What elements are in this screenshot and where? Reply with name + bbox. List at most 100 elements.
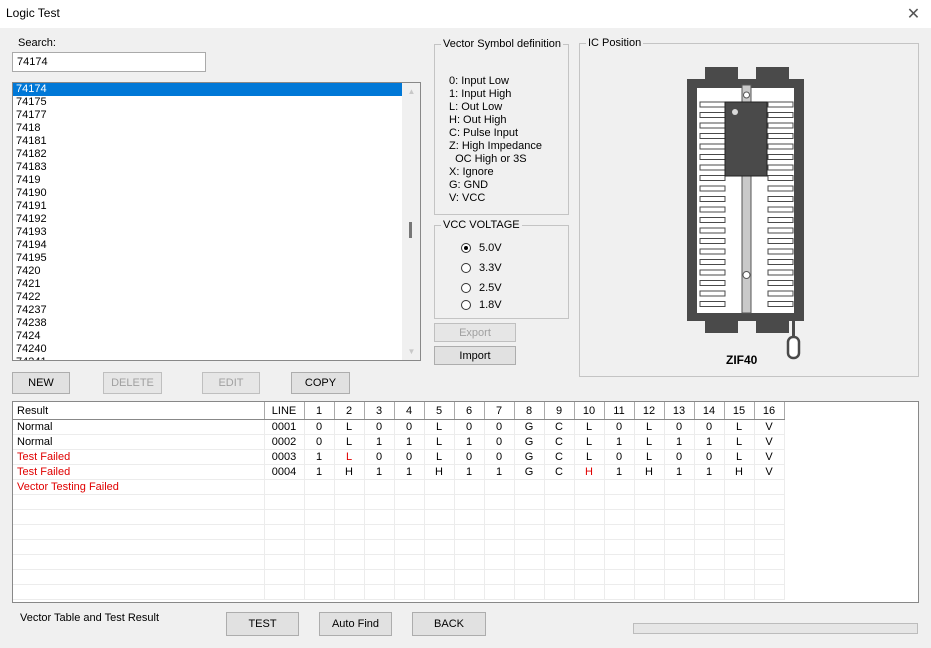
search-input[interactable]	[12, 52, 206, 72]
table-row[interactable]: Test Failed 0004 1 H 1 1 H 1 1 G C H 1 H 1 1 H V	[13, 464, 785, 480]
back-button[interactable]: BACK	[412, 612, 486, 636]
socket-pin-slot	[767, 101, 794, 108]
scroll-down-icon[interactable]: ▼	[403, 343, 420, 360]
auto-find-button[interactable]: Auto Find	[319, 612, 392, 636]
line-cell	[264, 554, 305, 570]
column-header[interactable]: 11	[604, 402, 635, 420]
ic-list-item[interactable]: 74190	[13, 187, 404, 200]
table-row[interactable]	[13, 524, 785, 540]
column-header[interactable]: 13	[664, 402, 695, 420]
column-header[interactable]: 5	[424, 402, 455, 420]
socket-pin-slot	[767, 154, 794, 160]
column-header[interactable]: 16	[754, 402, 785, 420]
pin-cell	[694, 569, 725, 585]
close-button[interactable]: ✕	[896, 0, 931, 28]
column-header[interactable]: 7	[484, 402, 515, 420]
pin-cell: 0	[454, 449, 485, 465]
ic-list-item[interactable]: 74191	[13, 200, 404, 213]
ic-list-item[interactable]: 74194	[13, 239, 404, 252]
ic-list-items: 74174 74175 74177 7418 74181 74182 74183 7419 74…	[13, 83, 420, 360]
table-row[interactable]: Vector Testing Failed	[13, 479, 785, 495]
column-header[interactable]: LINE	[264, 402, 305, 420]
delete-button[interactable]: DELETE	[103, 372, 162, 394]
vcc-option[interactable]: 2.5V	[461, 282, 502, 294]
vcc-option[interactable]: 1.8V	[461, 299, 502, 311]
scroll-thumb[interactable]	[409, 222, 412, 238]
new-button[interactable]: NEW	[12, 372, 70, 394]
ic-list-item[interactable]: 7422	[13, 291, 404, 304]
column-header[interactable]: 2	[334, 402, 365, 420]
vcc-option[interactable]: 3.3V	[461, 262, 502, 274]
ic-list-scrollbar[interactable]: ▲ ▼	[402, 83, 420, 360]
table-row[interactable]	[13, 494, 785, 510]
vcc-option[interactable]: 5.0V	[461, 242, 502, 254]
ic-list-item[interactable]: 7418	[13, 122, 404, 135]
column-header[interactable]: 15	[724, 402, 755, 420]
scroll-up-icon[interactable]: ▲	[403, 83, 420, 100]
vector-table[interactable]: Result LINE 1 2 3 4 5 6 7 8 9 10 11 12 13 14 15 16 Normal…	[12, 401, 919, 603]
ic-list-item[interactable]: 74238	[13, 317, 404, 330]
table-row[interactable]	[13, 539, 785, 555]
pin-cell: H	[424, 464, 455, 480]
ic-list-item[interactable]: 7419	[13, 174, 404, 187]
pin-cell	[634, 554, 665, 570]
pin-cell: 1	[454, 464, 485, 480]
socket-pin-slot	[767, 290, 794, 297]
table-row[interactable]	[13, 554, 785, 570]
column-header[interactable]: 8	[514, 402, 545, 420]
ic-list-item[interactable]: 74192	[13, 213, 404, 226]
pin-cell	[634, 524, 665, 540]
column-header[interactable]: 12	[634, 402, 665, 420]
socket-pin-slot	[767, 280, 794, 286]
import-button[interactable]: Import	[434, 346, 516, 365]
table-row[interactable]: Normal 0002 0 L 1 1 L 1 0 G C L 1 L 1 1 L V	[13, 434, 785, 450]
ic-list-item[interactable]: 74174	[13, 83, 404, 96]
socket-pin-slot	[767, 143, 794, 150]
export-button[interactable]: Export	[434, 323, 516, 342]
pin-cell	[334, 539, 365, 555]
ic-list-item[interactable]: 74183	[13, 161, 404, 174]
socket-pin-slot	[699, 301, 726, 307]
pin-cell: L	[724, 449, 755, 465]
column-header[interactable]: 14	[694, 402, 725, 420]
ic-list-item[interactable]: 74181	[13, 135, 404, 148]
ic-list[interactable]: 74174 74175 74177 7418 74181 74182 74183 7419 74…	[12, 82, 421, 361]
table-row[interactable]: Normal 0001 0 L 0 0 L 0 0 G C L 0 L 0 0 L V	[13, 419, 785, 435]
pin-cell	[484, 479, 515, 495]
edit-button[interactable]: EDIT	[202, 372, 260, 394]
ic-list-item[interactable]: 74193	[13, 226, 404, 239]
ic-list-item[interactable]: 7421	[13, 278, 404, 291]
pin-cell	[424, 479, 455, 495]
ic-list-item[interactable]: 74240	[13, 343, 404, 356]
radio-icon[interactable]	[461, 283, 471, 293]
table-row[interactable]	[13, 509, 785, 525]
ic-list-item[interactable]: 7420	[13, 265, 404, 278]
copy-button[interactable]: COPY	[291, 372, 350, 394]
table-row[interactable]: Test Failed 0003 1 L 0 0 L 0 0 G C L 0 L 0 0 L V	[13, 449, 785, 465]
ic-list-item[interactable]: 7424	[13, 330, 404, 343]
vector-definition-line: OC High or 3S	[449, 153, 527, 165]
pin-cell	[574, 524, 605, 540]
ic-list-item[interactable]: 74177	[13, 109, 404, 122]
column-header[interactable]: 3	[364, 402, 395, 420]
radio-icon[interactable]	[461, 263, 471, 273]
column-header[interactable]: 9	[544, 402, 575, 420]
column-header[interactable]: 4	[394, 402, 425, 420]
radio-icon[interactable]	[461, 243, 471, 253]
column-header[interactable]: 1	[304, 402, 335, 420]
ic-list-item[interactable]: 74237	[13, 304, 404, 317]
ic-list-item[interactable]: 74195	[13, 252, 404, 265]
column-header[interactable]: 10	[574, 402, 605, 420]
column-header[interactable]: Result	[13, 402, 265, 420]
test-button[interactable]: TEST	[226, 612, 299, 636]
table-row[interactable]	[13, 569, 785, 585]
column-header[interactable]: 6	[454, 402, 485, 420]
ic-list-item[interactable]: 74175	[13, 96, 404, 109]
radio-icon[interactable]	[461, 300, 471, 310]
table-row[interactable]	[13, 584, 785, 600]
pin-cell: L	[634, 449, 665, 465]
ic-list-item[interactable]: 74182	[13, 148, 404, 161]
pin-cell: V	[754, 434, 785, 450]
pin-cell	[664, 524, 695, 540]
ic-list-item[interactable]: 74241	[13, 356, 404, 360]
